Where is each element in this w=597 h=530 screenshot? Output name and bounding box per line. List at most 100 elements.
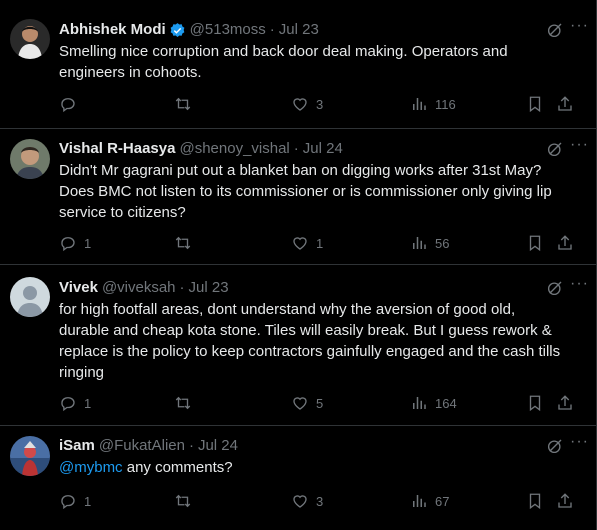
views-button[interactable]: 56 [410, 233, 449, 253]
views-icon [410, 234, 428, 252]
like-count: 3 [316, 493, 324, 509]
avatar[interactable] [10, 139, 50, 179]
author-handle[interactable]: @FukatAlien [99, 436, 185, 456]
author-name[interactable]: iSam [59, 436, 95, 456]
tweet-2[interactable]: Vishal R-Haasya @shenoy_vishal · Jul 24 … [0, 129, 596, 265]
views-count: 116 [435, 96, 456, 112]
reply-button[interactable]: 1 [59, 393, 91, 413]
separator-dot: · [188, 437, 194, 454]
tweet-1[interactable]: Abhishek Modi @513moss · Jul 23 ··· Smel… [0, 0, 596, 129]
retweet-icon [174, 492, 192, 510]
reply-count: 1 [84, 493, 92, 509]
tweet-actions: 1 1 56 [59, 233, 579, 253]
reply-count: 1 [84, 395, 92, 411]
author-name[interactable]: Vishal R-Haasya [59, 139, 175, 159]
heart-icon [291, 492, 309, 510]
share-icon [556, 492, 574, 510]
views-count: 56 [435, 235, 450, 251]
bookmark-button[interactable] [526, 491, 544, 511]
reply-count: 1 [84, 235, 92, 251]
tweet-date[interactable]: Jul 24 [198, 436, 238, 456]
bookmark-button[interactable] [526, 233, 544, 253]
views-icon [410, 394, 428, 412]
more-icon[interactable]: ··· [570, 434, 588, 455]
like-button[interactable]: 1 [291, 233, 323, 253]
tweet-actions: 3 116 [59, 94, 579, 114]
reply-icon [59, 234, 77, 252]
views-icon [410, 95, 428, 113]
bookmark-button[interactable] [526, 393, 544, 413]
like-button[interactable]: 3 [291, 94, 323, 114]
bookmark-icon [526, 234, 544, 252]
share-button[interactable] [556, 393, 574, 413]
author-handle[interactable]: @viveksah [102, 278, 176, 298]
tweet-text: Didn't Mr gagrani put out a blanket ban … [59, 162, 552, 221]
views-button[interactable]: 164 [410, 393, 457, 413]
retweet-button[interactable] [174, 94, 199, 114]
grok-icon[interactable] [546, 437, 564, 455]
share-icon [556, 95, 574, 113]
tweet-date[interactable]: Jul 23 [189, 278, 229, 298]
bookmark-icon [526, 492, 544, 510]
tweet-4[interactable]: iSam @FukatAlien · Jul 24 ··· @mybmc any… [0, 426, 596, 530]
views-button[interactable]: 116 [410, 94, 456, 114]
like-button[interactable]: 5 [291, 393, 323, 413]
share-button[interactable] [556, 94, 574, 114]
separator-dot: · [293, 140, 299, 157]
retweet-button[interactable] [174, 491, 199, 511]
grok-icon[interactable] [546, 279, 564, 297]
tweet-actions: 1 5 164 [59, 393, 579, 413]
author-name[interactable]: Vivek [59, 278, 98, 298]
author-name[interactable]: Abhishek Modi [59, 20, 166, 40]
tweet-text: for high footfall areas, dont understand… [59, 301, 561, 381]
tweet-text-container: @mybmc any comments? [59, 457, 569, 478]
reply-button[interactable] [59, 94, 84, 114]
tweet-text: any comments? [122, 459, 233, 476]
like-count: 3 [316, 96, 324, 112]
like-button[interactable]: 3 [291, 491, 323, 511]
views-count: 164 [435, 395, 457, 411]
avatar[interactable] [10, 277, 50, 317]
author-handle[interactable]: @shenoy_vishal [179, 139, 289, 159]
share-button[interactable] [556, 233, 574, 253]
views-button[interactable]: 67 [410, 491, 449, 511]
more-icon[interactable]: ··· [570, 18, 588, 39]
share-button[interactable] [556, 491, 574, 511]
separator-dot: · [269, 21, 275, 38]
heart-icon [291, 394, 309, 412]
reply-button[interactable]: 1 [59, 491, 91, 511]
grok-icon[interactable] [546, 140, 564, 158]
reply-button[interactable]: 1 [59, 233, 91, 253]
retweet-icon [174, 95, 192, 113]
grok-icon[interactable] [546, 21, 564, 39]
like-count: 5 [316, 395, 324, 411]
share-icon [556, 234, 574, 252]
retweet-button[interactable] [174, 233, 199, 253]
tweet-3[interactable]: Vivek @viveksah · Jul 23 ··· for high fo… [0, 265, 596, 426]
mention-link[interactable]: @mybmc [59, 459, 123, 476]
avatar[interactable] [10, 19, 50, 59]
tweet-date[interactable]: Jul 23 [279, 20, 319, 40]
avatar[interactable] [10, 436, 50, 476]
more-icon[interactable]: ··· [570, 276, 588, 297]
retweet-icon [174, 394, 192, 412]
author-handle[interactable]: @513moss [190, 20, 266, 40]
tweet-date[interactable]: Jul 24 [303, 139, 343, 159]
retweet-icon [174, 234, 192, 252]
bookmark-button[interactable] [526, 94, 544, 114]
replies-feed: Abhishek Modi @513moss · Jul 23 ··· Smel… [0, 0, 597, 530]
bookmark-icon [526, 95, 544, 113]
views-count: 67 [435, 493, 450, 509]
views-icon [410, 492, 428, 510]
more-icon[interactable]: ··· [570, 137, 588, 158]
retweet-button[interactable] [174, 393, 199, 413]
tweet-actions: 1 3 67 [59, 491, 579, 511]
heart-icon [291, 95, 309, 113]
reply-icon [59, 492, 77, 510]
tweet-text: Smelling nice corruption and back door d… [59, 43, 508, 81]
heart-icon [291, 234, 309, 252]
like-count: 1 [316, 235, 324, 251]
reply-icon [59, 394, 77, 412]
verified-badge-icon [169, 22, 186, 39]
share-icon [556, 394, 574, 412]
